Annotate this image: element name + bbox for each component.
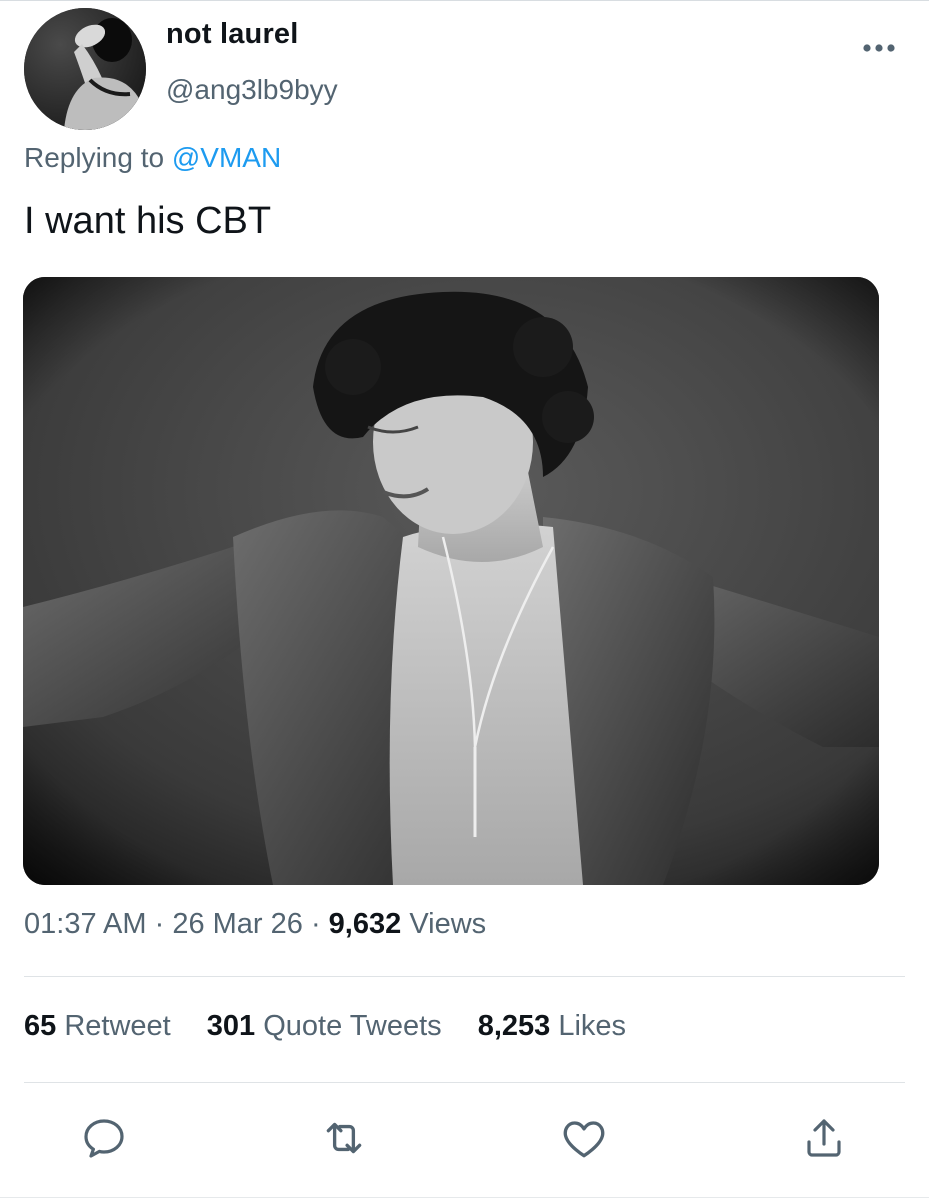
divider	[24, 976, 905, 977]
reply-icon	[84, 1119, 124, 1158]
more-horizontal-icon[interactable]	[858, 36, 900, 60]
like-button[interactable]	[554, 1108, 614, 1168]
retweets-stat[interactable]: 65 Retweet	[24, 1010, 171, 1043]
tweet-media-photo[interactable]	[23, 277, 879, 885]
bottom-divider	[0, 1197, 929, 1198]
avatar[interactable]	[24, 8, 146, 130]
meta-separator: ·	[302, 908, 329, 940]
views-label: Views	[409, 908, 487, 940]
retweets-label: Retweet	[64, 1010, 171, 1042]
photo-illustration	[23, 277, 879, 885]
retweets-count: 65	[24, 1010, 57, 1042]
meta-separator: ·	[146, 908, 173, 940]
tweet-time[interactable]: 01:37 AM	[24, 908, 147, 940]
divider	[24, 1082, 905, 1083]
quote-tweets-count: 301	[206, 1010, 256, 1042]
replying-to-mention[interactable]: @VMAN	[172, 142, 281, 173]
user-handle[interactable]: @ang3lb9byy	[166, 74, 338, 106]
tweet-text: I want his CBT	[24, 200, 272, 242]
likes-label: Likes	[558, 1010, 627, 1042]
likes-count: 8,253	[477, 1010, 551, 1042]
retweet-button[interactable]	[314, 1108, 374, 1168]
tweet-meta: 01:37 AM · 26 Mar 26 · 9,632 Views	[24, 908, 486, 941]
share-icon	[807, 1119, 841, 1157]
quote-tweets-stat[interactable]: 301 Quote Tweets	[207, 1010, 442, 1043]
tweet-date[interactable]: 26 Mar 26	[172, 908, 303, 940]
top-divider	[0, 0, 929, 1]
engagement-stats: 65 Retweet 301 Quote Tweets 8,253 Likes	[24, 1010, 654, 1043]
replying-to-line: Replying to @VMAN	[24, 142, 281, 174]
display-name[interactable]: not laurel	[166, 18, 299, 51]
reply-button[interactable]	[74, 1108, 134, 1168]
views-count: 9,632	[328, 908, 402, 940]
heart-icon	[563, 1121, 605, 1158]
share-button[interactable]	[794, 1108, 854, 1168]
retweet-icon	[326, 1122, 362, 1154]
likes-stat[interactable]: 8,253 Likes	[478, 1010, 626, 1043]
avatar-image	[24, 8, 146, 130]
quote-tweets-label: Quote Tweets	[263, 1010, 442, 1042]
replying-prefix: Replying to	[24, 142, 172, 173]
action-bar	[0, 1108, 929, 1168]
